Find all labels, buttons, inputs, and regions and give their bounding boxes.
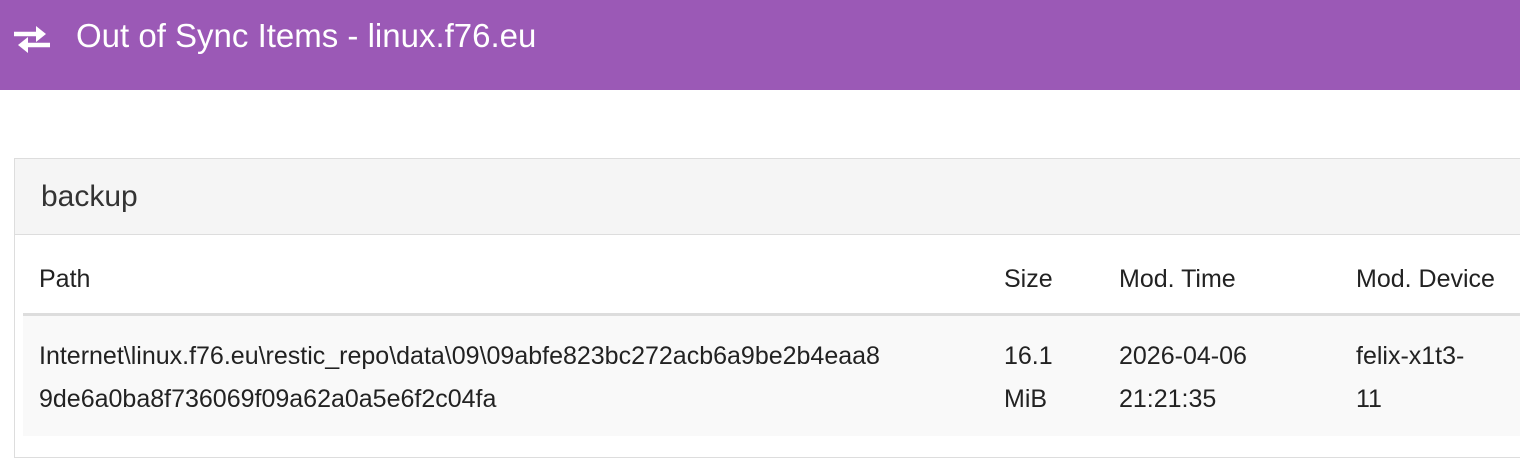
row-mod-time-line2: 21:21:35 [1119,385,1217,413]
sync-arrows-icon [14,26,50,53]
folder-panel: backup Path Size Mod. Time Mod. Device I… [14,158,1520,458]
folder-name: backup [41,180,138,213]
row-mod-device-line2: 11 [1356,385,1382,413]
modal-title: Out of Sync Items - linux.f76.eu [76,17,537,54]
column-header-size: Size [1004,265,1053,293]
column-header-path: Path [39,265,91,293]
row-path-line2: 9de6a0ba8f736069f09a62a0a5e6f2c04fa [39,385,497,413]
row-path-cell: Internet\linux.f76.eu\restic_repo\data\0… [39,335,880,421]
row-mod-time-line1: 2026-04-06 [1119,342,1247,370]
folder-panel-heading[interactable]: backup [15,159,1520,235]
row-size-line2: MiB [1004,385,1048,413]
row-mod-device-line1: felix-x1t3- [1356,342,1465,370]
row-mod-time-cell: 2026-04-06 21:21:35 [1119,335,1247,421]
row-size-cell: 16.1 MiB [1004,335,1053,421]
column-header-mod-time: Mod. Time [1119,265,1236,293]
row-size-line1: 16.1 [1004,342,1053,370]
modal-header: Out of Sync Items - linux.f76.eu [0,0,1520,90]
column-header-mod-device: Mod. Device [1356,265,1495,293]
row-mod-device-cell: felix-x1t3- 11 [1356,335,1464,421]
row-path-line1: Internet\linux.f76.eu\restic_repo\data\0… [39,342,880,370]
